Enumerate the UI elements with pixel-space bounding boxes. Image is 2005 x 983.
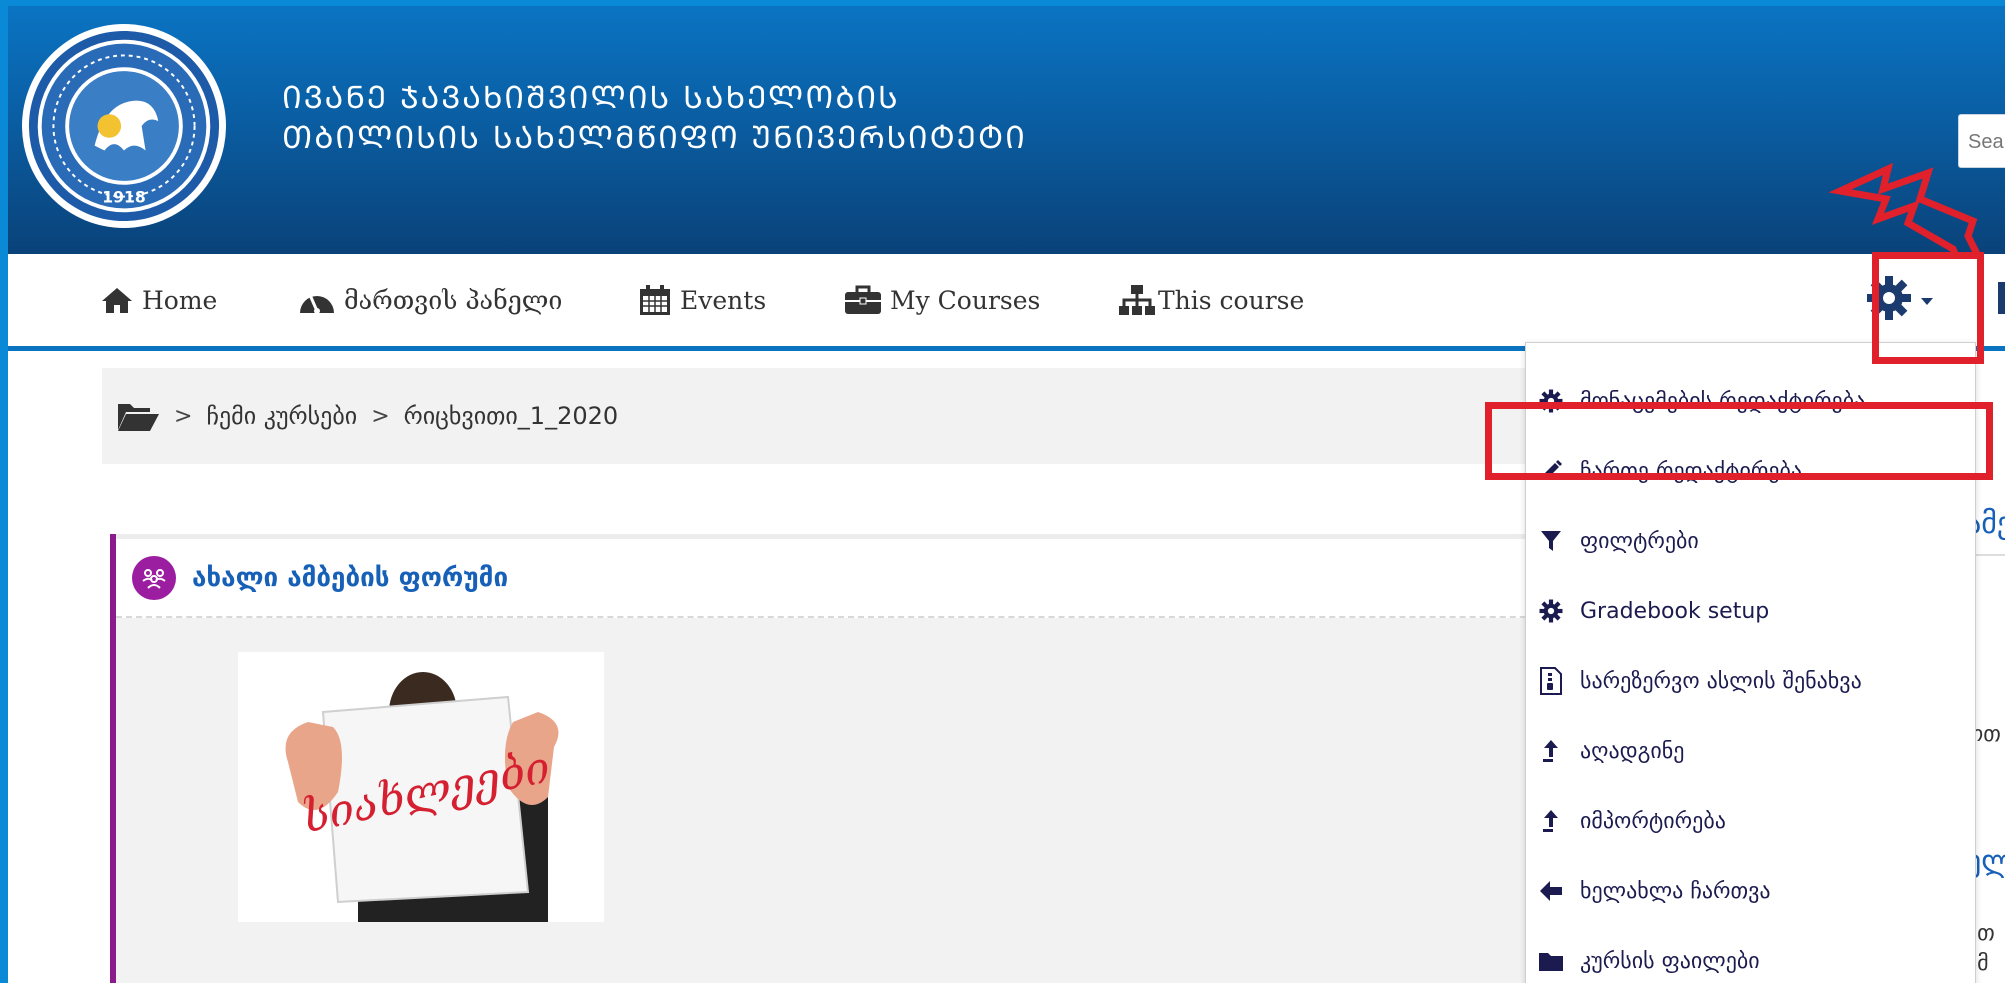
menu-item-label: ხელახლა ჩართვა: [1580, 878, 1771, 904]
filter-icon: [1536, 529, 1566, 553]
university-logo[interactable]: 1918: [22, 24, 226, 228]
site-header: 1918 ᲘᲕᲐᲜᲔ ᲯᲐᲕᲐᲮᲘᲨᲕᲘᲚᲘᲡ ᲡᲐᲮᲔᲚᲝᲑᲘᲡ ᲗᲑᲘᲚᲘᲡ…: [8, 6, 2005, 284]
calendar-icon: [638, 284, 672, 316]
menu-item-label: კურსის ფაილები: [1580, 948, 1760, 974]
forum-title[interactable]: ახალი ამბების ფორუმი: [192, 563, 508, 593]
search-input[interactable]: Sear: [1958, 114, 2005, 168]
menu-item-import[interactable]: იმპორტირება: [1526, 793, 1975, 849]
menu-item-label: ფილტრები: [1580, 528, 1699, 554]
menu-item-filters[interactable]: ფილტრები: [1526, 513, 1975, 569]
nav-dashboard[interactable]: მართვის პანელი: [298, 254, 562, 346]
nav-my-courses-label: My Courses: [890, 285, 1041, 315]
highlight-box-settings: [1872, 252, 1984, 364]
menu-item-label: სარეზერვო ასლის შენახვა: [1580, 668, 1862, 694]
highlight-box-edit-settings: [1485, 402, 1993, 480]
nav-this-course[interactable]: This course: [1118, 254, 1304, 346]
next-nav-icon[interactable]: [1998, 282, 2005, 314]
menu-item-gradebook-setup[interactable]: Gradebook setup: [1526, 583, 1975, 639]
breadcrumb-item-my-courses[interactable]: ჩემი კურსები: [206, 402, 357, 430]
nav-home[interactable]: Home: [100, 254, 217, 346]
backup-file-icon: [1536, 667, 1566, 695]
folder-open-icon[interactable]: [116, 400, 160, 432]
menu-item-label: Gradebook setup: [1580, 598, 1770, 624]
news-forum-block: ახალი ამბების ფორუმი სიახლეები: [110, 534, 1596, 983]
menu-item-course-files[interactable]: კურსის ფაილები: [1526, 933, 1975, 983]
upload-arrow-icon: [1536, 809, 1566, 833]
nav-my-courses[interactable]: My Courses: [844, 254, 1040, 346]
university-name-line1: ᲘᲕᲐᲜᲔ ᲯᲐᲕᲐᲮᲘᲨᲕᲘᲚᲘᲡ ᲡᲐᲮᲔᲚᲝᲑᲘᲡ: [282, 80, 900, 116]
sitemap-icon: [1118, 284, 1156, 316]
news-image: სიახლეები: [238, 652, 604, 922]
menu-item-restore[interactable]: აღადგინე: [1526, 723, 1975, 779]
menu-item-label: აღადგინე: [1580, 738, 1685, 764]
university-name-line2: ᲗᲑᲘᲚᲘᲡᲘᲡ ᲡᲐᲮᲔᲚᲛᲬᲘᲤᲝ ᲣᲜᲘᲕᲔᲠᲡᲘᲢᲔᲢᲘ: [282, 120, 1027, 156]
home-icon: [100, 286, 134, 314]
news-sign-illustration: სიახლეები: [238, 652, 604, 922]
menu-item-label: იმპორტირება: [1580, 808, 1726, 834]
briefcase-icon: [844, 285, 882, 315]
university-name: ᲘᲕᲐᲜᲔ ᲯᲐᲕᲐᲮᲘᲨᲕᲘᲚᲘᲡ ᲡᲐᲮᲔᲚᲝᲑᲘᲡ ᲗᲑᲘᲚᲘᲡᲘᲡ ᲡᲐ…: [282, 78, 1027, 158]
logo-seal-icon: 1918: [28, 30, 220, 222]
forum-header: ახალი ამბების ფორუმი: [116, 534, 1596, 618]
arrow-left-icon: [1536, 880, 1566, 902]
folder-icon: [1536, 950, 1566, 972]
menu-item-backup[interactable]: სარეზერვო ასლის შენახვა: [1526, 653, 1975, 709]
breadcrumb-separator: >: [371, 403, 390, 429]
dashboard-icon: [298, 285, 336, 315]
main-navigation: Home მართვის პანელი Events My Courses Th…: [8, 254, 2005, 351]
nav-home-label: Home: [142, 285, 218, 315]
menu-item-reset[interactable]: ხელახლა ჩართვა: [1526, 863, 1975, 919]
breadcrumb-separator: >: [174, 403, 193, 429]
page: 1918 ᲘᲕᲐᲜᲔ ᲯᲐᲕᲐᲮᲘᲨᲕᲘᲚᲘᲡ ᲡᲐᲮᲔᲚᲝᲑᲘᲡ ᲗᲑᲘᲚᲘᲡ…: [8, 6, 2005, 983]
nav-dashboard-label: მართვის პანელი: [344, 285, 563, 315]
nav-this-course-label: This course: [1158, 285, 1305, 315]
gear-icon: [1536, 599, 1566, 623]
breadcrumb: > ჩემი კურსები > რიცხვითი_1_2020: [102, 368, 1562, 464]
nav-events-label: Events: [680, 285, 767, 315]
nav-events[interactable]: Events: [638, 254, 766, 346]
upload-arrow-icon: [1536, 739, 1566, 763]
logo-year: 1918: [102, 187, 146, 206]
breadcrumb-item-course[interactable]: რიცხვითი_1_2020: [404, 402, 619, 430]
forum-people-icon: [132, 555, 176, 600]
